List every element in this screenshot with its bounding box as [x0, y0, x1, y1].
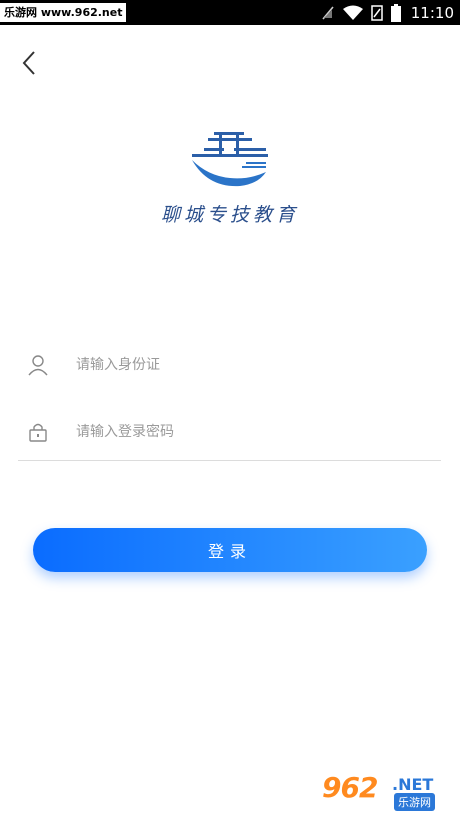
- form-divider: [18, 460, 441, 461]
- id-number-input[interactable]: [74, 356, 398, 374]
- back-button[interactable]: [16, 48, 44, 78]
- status-time: 11:10: [410, 3, 454, 22]
- sim-icon: [371, 4, 383, 21]
- watermark-suffix: .NET: [392, 775, 434, 794]
- status-icons: 11:10: [321, 0, 454, 25]
- watermark-logo: 962 .NET 乐游网: [322, 771, 452, 813]
- user-icon: [18, 354, 58, 376]
- wifi-icon: [342, 5, 363, 21]
- signal-off-icon: [321, 5, 335, 21]
- password-input[interactable]: [74, 423, 398, 441]
- lock-icon: [18, 421, 58, 443]
- password-field-row: [18, 407, 441, 457]
- watermark-badge: 乐游网 www.962.net: [0, 3, 127, 22]
- logo-text: 聊城专技教育: [160, 204, 299, 226]
- login-button[interactable]: 登录: [33, 528, 427, 572]
- id-field-row: [18, 340, 441, 390]
- battery-icon: [390, 3, 401, 22]
- chevron-left-icon: [16, 51, 44, 82]
- watermark-name: 乐游网: [394, 793, 435, 811]
- logo-mark: [186, 128, 272, 190]
- watermark-number: 962: [322, 771, 378, 804]
- status-bar: 乐游网 www.962.net 11:10: [0, 0, 460, 25]
